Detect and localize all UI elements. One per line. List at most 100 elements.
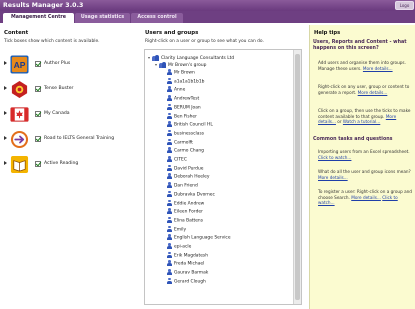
content-label: Road to IELTS General Training [44, 136, 115, 141]
login-button[interactable]: Logo [395, 1, 414, 10]
tree-user-label: Dan Friend [174, 183, 198, 189]
content-item-road-to-ielts[interactable]: Road to IELTS General Training [4, 129, 134, 150]
group-icon [159, 61, 166, 68]
user-icon [167, 164, 172, 171]
tree-user-label: Eddie Andrew [174, 201, 205, 206]
users-panel: Users and groups Right-click on a user o… [141, 25, 309, 309]
tree-user-label: businessclass [174, 131, 205, 137]
user-icon [167, 173, 172, 180]
tree-user-row[interactable]: Dubravka Dvornec [167, 190, 215, 198]
help-panel: Help tips Users, Reports and Content - w… [309, 25, 415, 309]
help-tip: Add users and organise them into groups.… [318, 60, 413, 71]
help-link[interactable]: Click to watch... [318, 155, 351, 160]
title-bar: Results Manager 3.0.3 Logo [0, 0, 415, 11]
help-link[interactable]: More details... [363, 66, 393, 71]
content-label: Active Reading [44, 161, 79, 166]
content-checkbox[interactable] [35, 161, 41, 167]
tree-user-row[interactable]: Carmo Chang [167, 147, 204, 154]
tree-group-row[interactable]: ▾ Mr Brown's group [155, 61, 206, 68]
tree-user-label: a1a1a1b1b1b [174, 79, 205, 85]
tree-user-row[interactable]: Eileen Forder [167, 208, 203, 215]
content-item-my-canada[interactable]: My Canada [4, 104, 134, 125]
user-icon [167, 199, 172, 206]
help-link[interactable]: Watch a tutorial... [343, 119, 380, 124]
author-plus-logo-icon: AP [10, 55, 29, 74]
tree-user-row[interactable]: David Purdue [167, 164, 203, 172]
help-section-title: Users, Reports and Content - what happen… [313, 40, 407, 51]
tree-user-row[interactable]: British Council HL [167, 121, 213, 128]
tree-user-row[interactable]: AndrewTest [167, 95, 199, 102]
tree-root-row[interactable]: ▾ Clarity Language Consultants Ltd [148, 54, 234, 61]
tree-user-row[interactable]: BERUM Joan [167, 103, 201, 111]
tree-user-row[interactable]: Freda Michael [167, 260, 204, 267]
expand-arrow-icon[interactable] [4, 86, 7, 90]
user-icon [167, 121, 172, 128]
tree-scrollbar[interactable] [293, 50, 301, 304]
help-heading: Help tips [314, 30, 341, 36]
user-icon [167, 225, 172, 232]
tense-buster-logo-icon [11, 80, 28, 99]
tree-user-row[interactable]: Dan Friend [167, 182, 198, 189]
content-item-author-plus[interactable]: AP Author Plus [4, 54, 134, 75]
tree-user-label: Dubravka Dvornec [174, 192, 215, 198]
tree-user-row[interactable]: Erik Magdatesh [167, 251, 208, 259]
users-heading: Users and groups [145, 30, 199, 36]
content-checkbox[interactable] [35, 61, 41, 67]
user-icon [167, 277, 172, 284]
tree-user-label: AndrewTest [174, 96, 200, 102]
tree-user-row[interactable]: businessclass [167, 129, 205, 137]
tree-user-row[interactable]: Gerard Clough [167, 277, 206, 285]
tree-user-row[interactable]: Carmolft [167, 138, 193, 146]
users-tree[interactable]: ▾ Clarity Language Consultants Ltd ▾ Mr Br… [144, 49, 302, 305]
tree-user-row[interactable]: Elina Battens [167, 216, 203, 224]
expand-arrow-icon[interactable] [4, 61, 7, 65]
tree-user-row[interactable]: Mr Brown [167, 69, 195, 76]
expand-arrow-icon[interactable] [4, 111, 7, 115]
content-item-active-reading[interactable]: Active Reading [4, 154, 134, 175]
tree-user-row[interactable]: Eddie Andrew [167, 199, 205, 207]
content-checkbox[interactable] [35, 111, 41, 117]
tab-usage-statistics[interactable]: Usage statistics [75, 13, 130, 23]
user-icon [167, 182, 172, 189]
user-icon [167, 129, 172, 136]
tree-user-row[interactable]: Deborah Heeley [167, 173, 209, 180]
app-title: Results Manager 3.0.3 [3, 2, 84, 9]
user-icon [167, 190, 172, 197]
users-subtitle: Right-click on a user or group to see wh… [145, 39, 264, 44]
scrollbar-thumb[interactable] [295, 54, 300, 300]
tree-user-row[interactable]: Gaurav Barmak [167, 269, 208, 276]
tree-user-row[interactable]: CITEC [167, 156, 187, 163]
help-link[interactable]: More details... [318, 175, 348, 180]
user-icon [167, 77, 172, 84]
tree-user-label: Eileen Forder [174, 209, 203, 215]
tree-user-row[interactable]: English Language Service [167, 234, 231, 241]
tree-user-row[interactable]: Ben Fisher [167, 112, 197, 120]
content-checkbox[interactable] [35, 136, 41, 142]
tab-management-centre[interactable]: Management Centre [3, 13, 74, 23]
user-icon [167, 260, 172, 267]
content-label: Tense Buster [44, 86, 74, 91]
tab-access-control[interactable]: Access control [131, 13, 183, 23]
help-link[interactable]: More details... [358, 90, 388, 95]
content-item-tense-buster[interactable]: Tense Buster [4, 79, 134, 100]
tree-user-label: British Council HL [174, 122, 213, 128]
tree-user-row[interactable]: Anne [167, 86, 185, 93]
tree-user-row[interactable]: epi-acle [167, 243, 191, 250]
user-icon [167, 234, 172, 241]
content-subtitle: Tick boxes show which content is availab… [4, 39, 100, 44]
tree-user-row[interactable]: a1a1a1b1b1b [167, 77, 205, 85]
tree-group-label: Mr Brown's group [168, 63, 207, 68]
help-link[interactable]: More details... [351, 195, 381, 200]
content-label: My Canada [44, 111, 70, 116]
tree-user-label: Erik Magdatesh [174, 253, 208, 259]
tree-user-label: epi-acle [174, 244, 192, 250]
expand-arrow-icon[interactable] [4, 161, 7, 165]
tree-user-label: CITEC [174, 157, 187, 163]
content-checkbox[interactable] [35, 86, 41, 92]
tree-user-label: Mr Brown [174, 70, 195, 76]
tree-user-label: Emily [174, 227, 187, 233]
help-tip-text: What do all the user and group icons mea… [318, 169, 411, 174]
tree-user-label: Carmolft [174, 140, 193, 146]
tree-user-row[interactable]: Emily [167, 225, 187, 233]
expand-arrow-icon[interactable] [4, 136, 7, 140]
